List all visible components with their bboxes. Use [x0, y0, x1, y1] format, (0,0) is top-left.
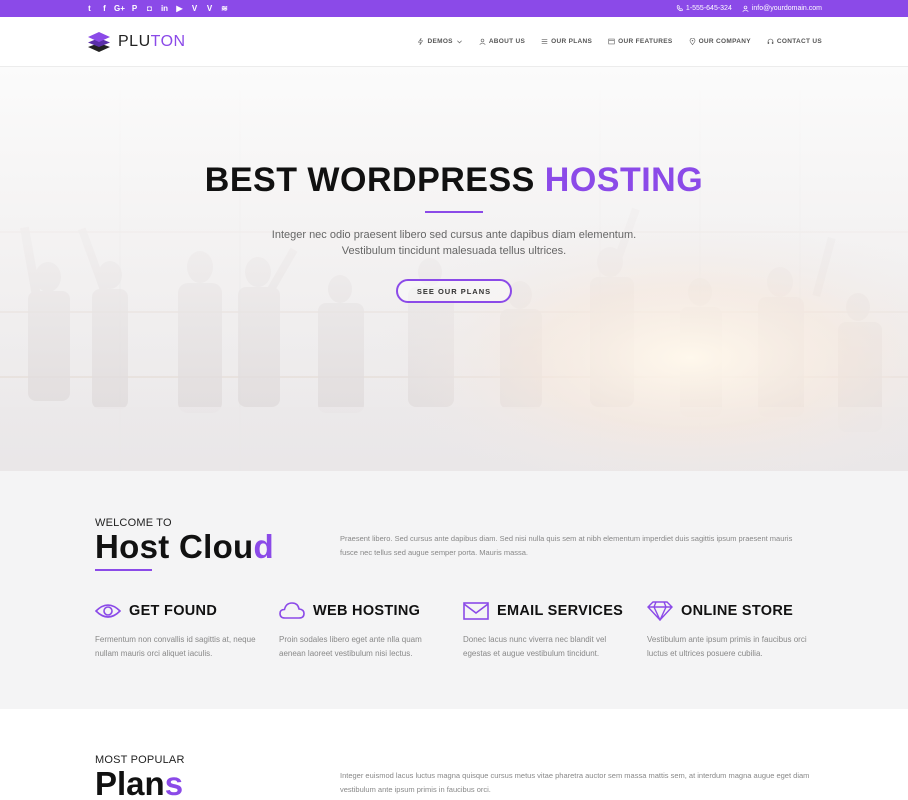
hero-divider — [425, 211, 483, 213]
phone-item[interactable]: 1-555-645-324 — [676, 5, 732, 12]
twitter-icon[interactable]: t — [86, 4, 93, 13]
feature-online-store: ONLINE STORE Vestibulum ante ipsum primi… — [647, 601, 831, 661]
hero-subtitle-line1: Integer nec odio praesent libero sed cur… — [271, 229, 637, 241]
facebook-icon[interactable]: f — [101, 4, 108, 13]
nav-item-about-us[interactable]: ABOUT US — [479, 38, 525, 45]
user-icon — [479, 38, 486, 45]
plans-heading: MOST POPULAR Plans — [95, 754, 185, 800]
welcome-title: Host Cloud — [95, 529, 274, 565]
feature-title: WEB HOSTING — [313, 603, 421, 619]
hero-section: BEST WORDPRESS HOSTING Integer nec odio … — [0, 67, 908, 471]
plans-section: MOST POPULAR Plans Integer euismod lacus… — [0, 709, 908, 800]
logo[interactable]: PLUTON — [86, 29, 186, 55]
cloud-icon — [279, 602, 305, 619]
google-plus-icon[interactable]: G+ — [114, 4, 125, 13]
pinterest-icon[interactable]: P — [131, 4, 138, 13]
features-list: GET FOUND Fermentum non convallis id sag… — [95, 601, 831, 661]
linkedin-icon[interactable]: in — [161, 4, 168, 13]
bolt-icon — [418, 38, 424, 45]
chevron-down-icon — [456, 40, 462, 44]
headset-icon — [767, 38, 774, 44]
nav-item-contact-us[interactable]: CONTACT US — [767, 38, 822, 45]
nav-item-our-company[interactable]: OUR COMPANY — [689, 38, 751, 45]
feature-text: Vestibulum ante ipsum primis in faucibus… — [647, 635, 807, 658]
layers-logo-icon — [88, 31, 110, 52]
top-bar: t f G+ P ◘ in ▶ V V ≋ 1-555-645-324 info… — [0, 0, 908, 17]
site-header: PLUTON DEMOS ABOUT US OUR PLANS OUR FEAT… — [0, 17, 908, 67]
nav-label: OUR FEATURES — [618, 38, 673, 45]
feature-title: GET FOUND — [129, 603, 218, 619]
see-our-plans-button[interactable]: SEE OUR PLANS — [396, 279, 512, 303]
hero-subtitle: Integer nec odio praesent libero sed cur… — [0, 227, 908, 259]
plans-title-main: Plan — [95, 765, 165, 800]
phone-number: 1-555-645-324 — [685, 5, 732, 12]
nav-label: CONTACT US — [776, 38, 822, 45]
feature-text: Donec lacus nunc viverra nec blandit vel… — [463, 635, 607, 658]
nav-label: ABOUT US — [488, 38, 526, 45]
youtube-icon[interactable]: ▶ — [176, 4, 183, 13]
hero-title-highlight: HOSTING — [544, 161, 704, 199]
hero-title: BEST WORDPRESS HOSTING — [0, 161, 908, 200]
feature-text: Fermentum non convallis id sagittis at, … — [95, 635, 256, 658]
rss-icon[interactable]: ≋ — [221, 4, 228, 13]
plans-paragraph: Integer euismod lacus luctus magna quisq… — [340, 771, 810, 794]
hero-content: BEST WORDPRESS HOSTING Integer nec odio … — [0, 67, 908, 303]
feature-title: ONLINE STORE — [681, 603, 794, 619]
eye-icon — [95, 604, 121, 618]
window-icon — [608, 38, 615, 45]
hero-subtitle-line2: Vestibulum tincidunt malesuada tellus ul… — [341, 245, 567, 257]
map-pin-icon — [689, 38, 695, 45]
diamond-icon — [647, 601, 673, 621]
nav-label: OUR COMPANY — [698, 38, 751, 45]
list-icon — [541, 39, 548, 44]
logo-text-part2: TON — [150, 32, 186, 50]
plans-title-highlight: s — [164, 765, 184, 800]
vimeo-icon[interactable]: V — [191, 4, 198, 13]
nav-label: DEMOS — [427, 38, 453, 45]
feature-text: Proin sodales libero eget ante nlla quam… — [279, 635, 422, 658]
welcome-paragraph: Praesent libero. Sed cursus ante dapibus… — [340, 534, 793, 557]
social-links: t f G+ P ◘ in ▶ V V ≋ — [86, 4, 228, 13]
main-nav: DEMOS ABOUT US OUR PLANS OUR FEATURES OU… — [417, 38, 822, 45]
feature-title: EMAIL SERVICES — [497, 603, 624, 619]
plans-title: Plans — [95, 766, 185, 800]
feature-get-found: GET FOUND Fermentum non convallis id sag… — [95, 601, 279, 661]
instagram-icon[interactable]: ◘ — [146, 4, 153, 13]
vine-icon[interactable]: V — [206, 4, 213, 13]
contact-info: 1-555-645-324 info@yourdomain.com — [676, 5, 822, 12]
nav-item-our-features[interactable]: OUR FEATURES — [608, 38, 672, 45]
welcome-section: WELCOME TO Host Cloud Praesent libero. S… — [0, 471, 908, 709]
email-item[interactable]: info@yourdomain.com — [742, 5, 822, 12]
nav-label: OUR PLANS — [551, 38, 593, 45]
user-icon — [742, 5, 749, 12]
nav-item-our-plans[interactable]: OUR PLANS — [541, 38, 592, 45]
feature-web-hosting: WEB HOSTING Proin sodales libero eget an… — [279, 601, 463, 661]
welcome-heading: WELCOME TO Host Cloud — [95, 517, 274, 571]
welcome-divider — [95, 569, 152, 571]
feature-email-services: EMAIL SERVICES Donec lacus nunc viverra … — [463, 601, 647, 661]
logo-text: PLUTON — [118, 33, 186, 51]
welcome-title-highlight: d — [253, 528, 274, 565]
envelope-icon — [463, 602, 489, 620]
welcome-title-main: Host Clou — [95, 528, 254, 565]
logo-text-part1: PLU — [118, 32, 151, 50]
phone-icon — [676, 5, 683, 12]
hero-title-main: BEST WORDPRESS — [204, 161, 545, 199]
email-address: info@yourdomain.com — [751, 5, 822, 12]
nav-item-demos[interactable]: DEMOS — [417, 38, 462, 45]
